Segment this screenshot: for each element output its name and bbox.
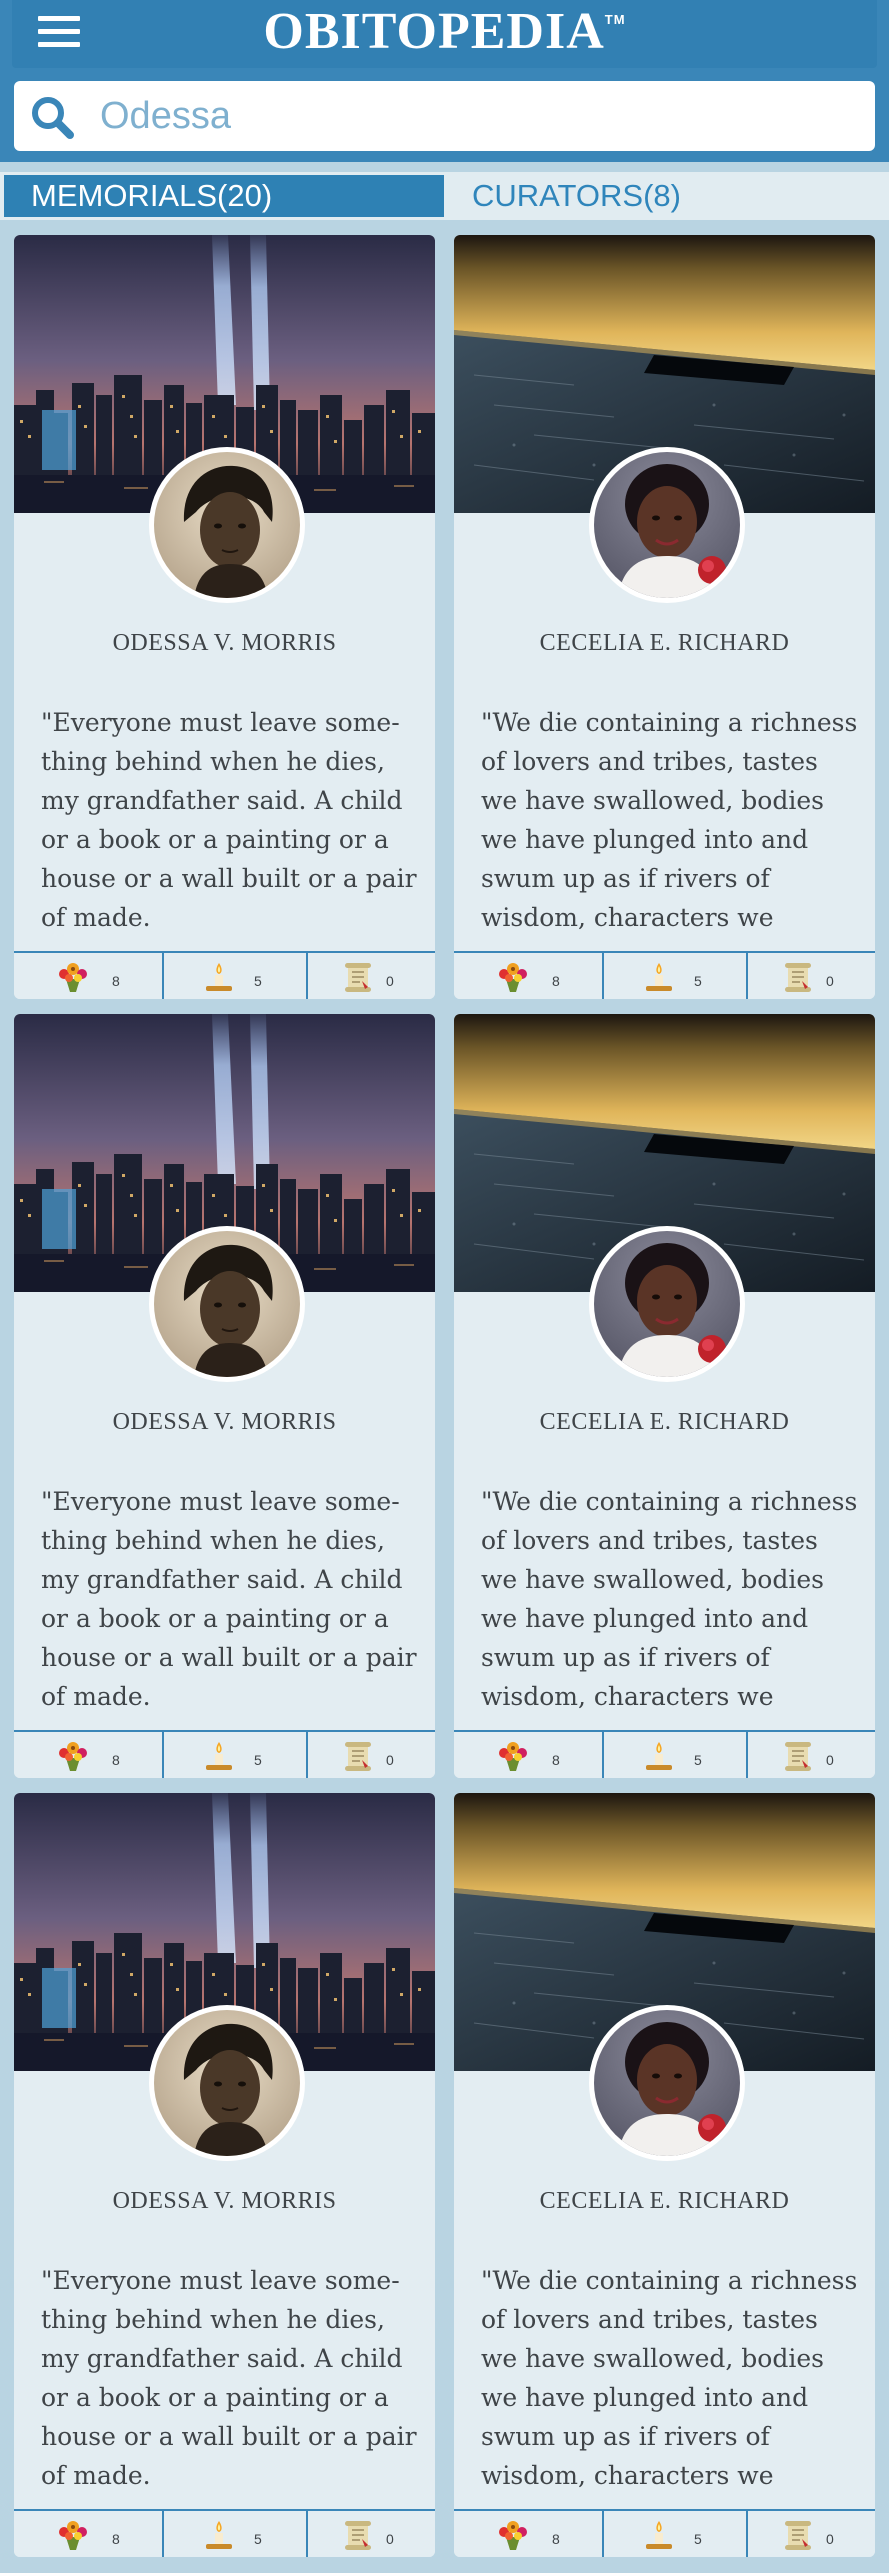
memorial-name[interactable]: CECELIA E. RICHARD: [454, 630, 875, 657]
memorial-stats: 8 5 0: [14, 951, 435, 999]
scrolls-stat[interactable]: 0: [306, 2511, 435, 2557]
scroll-icon: [778, 2519, 816, 2551]
memorial-quote: "Everyone must leave some-thing behind w…: [41, 2266, 417, 2490]
memorial-stats: 8 5 0: [454, 2509, 875, 2557]
memorial-stats: 8 5 0: [14, 2509, 435, 2557]
candles-stat[interactable]: 5: [602, 2511, 746, 2557]
memorial-stats: 8 5 0: [454, 951, 875, 999]
scrolls-stat[interactable]: 0: [746, 1732, 875, 1778]
memorial-name[interactable]: ODESSA V. MORRIS: [14, 630, 435, 657]
scrolls-count: 0: [386, 1752, 394, 1768]
flowers-count: 8: [112, 2531, 120, 2547]
scrolls-count: 0: [386, 2531, 394, 2547]
scrolls-count: 0: [826, 1752, 834, 1768]
memorial-name[interactable]: CECELIA E. RICHARD: [454, 2188, 875, 2215]
scrolls-stat[interactable]: 0: [746, 2511, 875, 2557]
app-header: OBITOPEDIATM: [0, 0, 889, 162]
flowers-stat[interactable]: 8: [14, 2511, 162, 2557]
memorial-card[interactable]: CECELIA E. RICHARD "We die containing a r…: [454, 1793, 875, 2557]
flower-bouquet-icon: [494, 961, 532, 993]
avatar[interactable]: [589, 2005, 745, 2161]
flowers-stat[interactable]: 8: [454, 953, 602, 999]
avatar[interactable]: [589, 1226, 745, 1382]
candles-stat[interactable]: 5: [602, 953, 746, 999]
scrolls-count: 0: [386, 973, 394, 989]
flower-bouquet-icon: [494, 1740, 532, 1772]
scroll-icon: [338, 961, 376, 993]
memorial-quote: "We die containing a richness of lovers …: [481, 1487, 858, 1711]
flowers-stat[interactable]: 8: [454, 1732, 602, 1778]
candles-stat[interactable]: 5: [162, 2511, 306, 2557]
memorial-quote: "Everyone must leave some-thing behind w…: [41, 1487, 417, 1711]
flower-bouquet-icon: [494, 2519, 532, 2551]
candle-icon: [640, 961, 678, 993]
memorial-quote: "We die containing a richness of lovers …: [481, 2266, 858, 2490]
avatar[interactable]: [149, 447, 305, 603]
memorial-name[interactable]: ODESSA V. MORRIS: [14, 1409, 435, 1436]
scrolls-stat[interactable]: 0: [306, 953, 435, 999]
flower-bouquet-icon: [54, 961, 92, 993]
candles-stat[interactable]: 5: [162, 1732, 306, 1778]
memorial-card[interactable]: CECELIA E. RICHARD "We die containing a r…: [454, 235, 875, 999]
scrolls-count: 0: [826, 2531, 834, 2547]
candle-icon: [200, 961, 238, 993]
candles-count: 5: [254, 2531, 262, 2547]
search-icon[interactable]: [30, 95, 74, 139]
search-box: [14, 81, 875, 151]
avatar[interactable]: [149, 1226, 305, 1382]
memorial-card[interactable]: ODESSA V. MORRIS "Everyone must leave som…: [14, 1014, 435, 1778]
flowers-count: 8: [112, 973, 120, 989]
candles-count: 5: [694, 973, 702, 989]
tab-bar: MEMORIALS(20) CURATORS(8): [0, 172, 889, 220]
candles-count: 5: [254, 973, 262, 989]
scrolls-stat[interactable]: 0: [306, 1732, 435, 1778]
header-bar: OBITOPEDIATM: [12, 0, 877, 68]
flowers-stat[interactable]: 8: [14, 953, 162, 999]
memorial-card[interactable]: ODESSA V. MORRIS "Everyone must leave som…: [14, 235, 435, 999]
scroll-icon: [338, 2519, 376, 2551]
memorial-stats: 8 5 0: [14, 1730, 435, 1778]
search-input[interactable]: [100, 91, 840, 141]
memorial-quote: "Everyone must leave some-thing behind w…: [41, 708, 417, 932]
candles-stat[interactable]: 5: [602, 1732, 746, 1778]
scroll-icon: [338, 1740, 376, 1772]
candle-icon: [640, 2519, 678, 2551]
flowers-stat[interactable]: 8: [454, 2511, 602, 2557]
memorial-stats: 8 5 0: [454, 1730, 875, 1778]
memorial-card[interactable]: ODESSA V. MORRIS "Everyone must leave som…: [14, 1793, 435, 2557]
flower-bouquet-icon: [54, 2519, 92, 2551]
flowers-count: 8: [112, 1752, 120, 1768]
tab-curators[interactable]: CURATORS(8): [444, 175, 889, 217]
flower-bouquet-icon: [54, 1740, 92, 1772]
memorial-name[interactable]: ODESSA V. MORRIS: [14, 2188, 435, 2215]
flowers-count: 8: [552, 1752, 560, 1768]
brand-logo[interactable]: OBITOPEDIATM: [12, 2, 877, 61]
memorial-card[interactable]: CECELIA E. RICHARD "We die containing a r…: [454, 1014, 875, 1778]
flowers-count: 8: [552, 2531, 560, 2547]
candle-icon: [200, 1740, 238, 1772]
candles-count: 5: [254, 1752, 262, 1768]
scrolls-count: 0: [826, 973, 834, 989]
candle-icon: [640, 1740, 678, 1772]
candles-count: 5: [694, 2531, 702, 2547]
avatar[interactable]: [589, 447, 745, 603]
memorial-quote: "We die containing a richness of lovers …: [481, 708, 858, 932]
flowers-stat[interactable]: 8: [14, 1732, 162, 1778]
flowers-count: 8: [552, 973, 560, 989]
memorial-name[interactable]: CECELIA E. RICHARD: [454, 1409, 875, 1436]
scroll-icon: [778, 1740, 816, 1772]
avatar[interactable]: [149, 2005, 305, 2161]
candles-count: 5: [694, 1752, 702, 1768]
scroll-icon: [778, 961, 816, 993]
candle-icon: [200, 2519, 238, 2551]
tab-memorials[interactable]: MEMORIALS(20): [4, 175, 444, 217]
candles-stat[interactable]: 5: [162, 953, 306, 999]
scrolls-stat[interactable]: 0: [746, 953, 875, 999]
